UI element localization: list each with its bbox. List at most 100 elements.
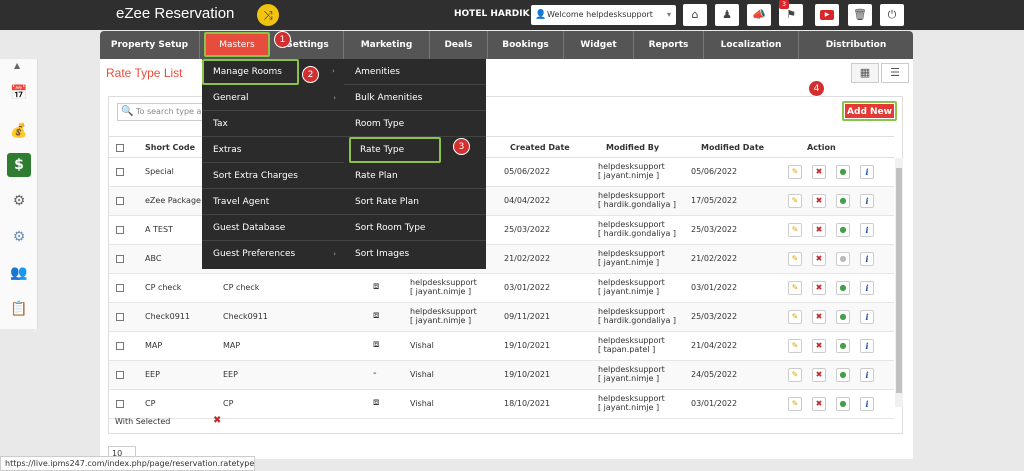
checklist-icon[interactable]: 📋 bbox=[7, 297, 31, 321]
info-icon[interactable]: i bbox=[860, 165, 874, 179]
users-icon[interactable]: 👥 bbox=[7, 261, 31, 285]
status-dot-icon[interactable]: ● bbox=[836, 194, 850, 208]
edit-icon[interactable]: ✎ bbox=[788, 223, 802, 237]
status-dot-icon[interactable]: ● bbox=[836, 252, 850, 266]
megaphone-icon[interactable]: 📣 bbox=[747, 4, 771, 26]
info-icon[interactable]: i bbox=[860, 397, 874, 411]
status-dot-icon[interactable]: ● bbox=[836, 397, 850, 411]
nav-masters[interactable]: Masters bbox=[204, 32, 270, 57]
status-dot-icon[interactable]: ● bbox=[836, 165, 850, 179]
menu-travel-agent[interactable]: Travel Agent bbox=[202, 189, 344, 215]
info-icon[interactable]: i bbox=[860, 339, 874, 353]
menu-room-type[interactable]: Room Type bbox=[344, 111, 486, 137]
delete-icon[interactable]: ✖ bbox=[812, 397, 826, 411]
menu-manage-rooms[interactable]: Manage Rooms bbox=[202, 59, 299, 85]
table-row[interactable]: CP check CP check ⧈ helpdesksupport[ jay… bbox=[109, 274, 894, 303]
edit-icon[interactable]: ✎ bbox=[788, 339, 802, 353]
menu-sort-extra-charges[interactable]: Sort Extra Charges bbox=[202, 163, 344, 189]
delete-icon[interactable]: ✖ bbox=[812, 165, 826, 179]
row-checkbox[interactable] bbox=[116, 371, 124, 379]
info-icon[interactable]: i bbox=[860, 368, 874, 382]
status-dot-icon[interactable]: ● bbox=[836, 310, 850, 324]
add-new-button[interactable]: Add New bbox=[842, 101, 897, 121]
edit-icon[interactable]: ✎ bbox=[788, 310, 802, 324]
menu-sort-room-type[interactable]: Sort Room Type bbox=[344, 215, 486, 241]
status-dot-icon[interactable]: ● bbox=[836, 281, 850, 295]
nav-localization[interactable]: Localization bbox=[704, 31, 799, 59]
status-dot-icon[interactable]: ● bbox=[836, 339, 850, 353]
edit-icon[interactable]: ✎ bbox=[788, 194, 802, 208]
edit-icon[interactable]: ✎ bbox=[788, 397, 802, 411]
row-checkbox[interactable] bbox=[116, 400, 124, 408]
menu-general[interactable]: General › bbox=[202, 85, 344, 111]
nav-bookings[interactable]: Bookings bbox=[488, 31, 564, 59]
info-icon[interactable]: i bbox=[860, 310, 874, 324]
info-icon[interactable]: i bbox=[860, 194, 874, 208]
table-row[interactable]: CP CP ⧈ Vishal 18/10/2021 helpdesksuppor… bbox=[109, 390, 894, 419]
menu-sort-images[interactable]: Sort Images bbox=[344, 241, 486, 267]
menu-rate-plan[interactable]: Rate Plan bbox=[344, 163, 486, 189]
edit-icon[interactable]: ✎ bbox=[788, 281, 802, 295]
delete-selected-icon[interactable]: ✖ bbox=[213, 415, 221, 426]
info-icon[interactable]: i bbox=[860, 281, 874, 295]
delete-icon[interactable]: ✖ bbox=[812, 310, 826, 324]
delete-icon[interactable]: ✖ bbox=[812, 223, 826, 237]
menu-guest-preferences[interactable]: Guest Preferences › bbox=[202, 241, 344, 267]
row-checkbox[interactable] bbox=[116, 226, 124, 234]
row-checkbox[interactable] bbox=[116, 284, 124, 292]
info-icon[interactable]: i bbox=[860, 252, 874, 266]
edit-icon[interactable]: ✎ bbox=[788, 252, 802, 266]
nav-distribution[interactable]: Distribution bbox=[799, 31, 913, 59]
settings-panel-icon[interactable]: ⚙ bbox=[7, 225, 31, 249]
logout-icon[interactable]: ⏻ bbox=[880, 4, 904, 26]
home-icon[interactable]: ⌂ bbox=[683, 4, 707, 26]
calendar-icon[interactable]: 📅 bbox=[7, 81, 31, 105]
nav-widget[interactable]: Widget bbox=[564, 31, 634, 59]
col-modified-date[interactable]: Modified Date bbox=[701, 137, 764, 159]
nav-reports[interactable]: Reports bbox=[634, 31, 704, 59]
money-bag-icon[interactable]: 💰 bbox=[7, 119, 31, 143]
menu-sort-rate-plan[interactable]: Sort Rate Plan bbox=[344, 189, 486, 215]
col-created-date[interactable]: Created Date bbox=[510, 137, 570, 159]
row-checkbox[interactable] bbox=[116, 255, 124, 263]
nav-property-setup[interactable]: Property Setup bbox=[100, 31, 200, 59]
menu-bulk-amenities[interactable]: Bulk Amenities bbox=[344, 85, 486, 111]
row-checkbox[interactable] bbox=[116, 342, 124, 350]
nav-deals[interactable]: Deals bbox=[430, 31, 488, 59]
table-row[interactable]: Check0911 Check0911 ⧈ helpdesksupport[ j… bbox=[109, 303, 894, 332]
edit-icon[interactable]: ✎ bbox=[788, 165, 802, 179]
menu-tax[interactable]: Tax bbox=[202, 111, 344, 137]
menu-guest-database[interactable]: Guest Database bbox=[202, 215, 344, 241]
row-checkbox[interactable] bbox=[116, 313, 124, 321]
bell-icon[interactable]: ♟ bbox=[715, 4, 739, 26]
menu-amenities[interactable]: Amenities bbox=[344, 59, 486, 85]
youtube-icon[interactable]: ▶ bbox=[815, 4, 839, 26]
list-view-icon[interactable]: ☰ bbox=[881, 63, 909, 83]
table-scrollbar[interactable] bbox=[895, 158, 903, 407]
col-modified-by[interactable]: Modified By bbox=[606, 137, 659, 159]
table-row[interactable]: EEP EEP - Vishal 19/10/2021 helpdesksupp… bbox=[109, 361, 894, 390]
menu-rate-type[interactable]: Rate Type bbox=[349, 137, 441, 163]
delete-icon[interactable]: ✖ bbox=[812, 194, 826, 208]
row-checkbox[interactable] bbox=[116, 197, 124, 205]
scroll-up-icon[interactable]: ▲ bbox=[14, 61, 20, 70]
trash-icon[interactable]: 🗑 bbox=[848, 4, 872, 26]
grid-view-icon[interactable]: ▦ bbox=[851, 63, 879, 83]
table-row[interactable]: MAP MAP ⧈ Vishal 19/10/2021 helpdesksupp… bbox=[109, 332, 894, 361]
row-checkbox[interactable] bbox=[116, 168, 124, 176]
menu-extras[interactable]: Extras bbox=[202, 137, 344, 163]
info-icon[interactable]: i bbox=[860, 223, 874, 237]
nav-marketing[interactable]: Marketing bbox=[344, 31, 430, 59]
shuffle-icon[interactable]: ⤨ bbox=[257, 4, 279, 26]
dollar-icon[interactable]: $ bbox=[7, 153, 31, 177]
status-dot-icon[interactable]: ● bbox=[836, 223, 850, 237]
user-menu[interactable]: 👤 Welcome helpdesksupport ▾ bbox=[531, 5, 676, 25]
status-dot-icon[interactable]: ● bbox=[836, 368, 850, 382]
gear-icon[interactable]: ⚙ bbox=[7, 189, 31, 213]
delete-icon[interactable]: ✖ bbox=[812, 339, 826, 353]
delete-icon[interactable]: ✖ bbox=[812, 368, 826, 382]
delete-icon[interactable]: ✖ bbox=[812, 281, 826, 295]
col-short-code[interactable]: Short Code bbox=[145, 137, 195, 159]
select-all-checkbox[interactable] bbox=[116, 144, 124, 152]
edit-icon[interactable]: ✎ bbox=[788, 368, 802, 382]
